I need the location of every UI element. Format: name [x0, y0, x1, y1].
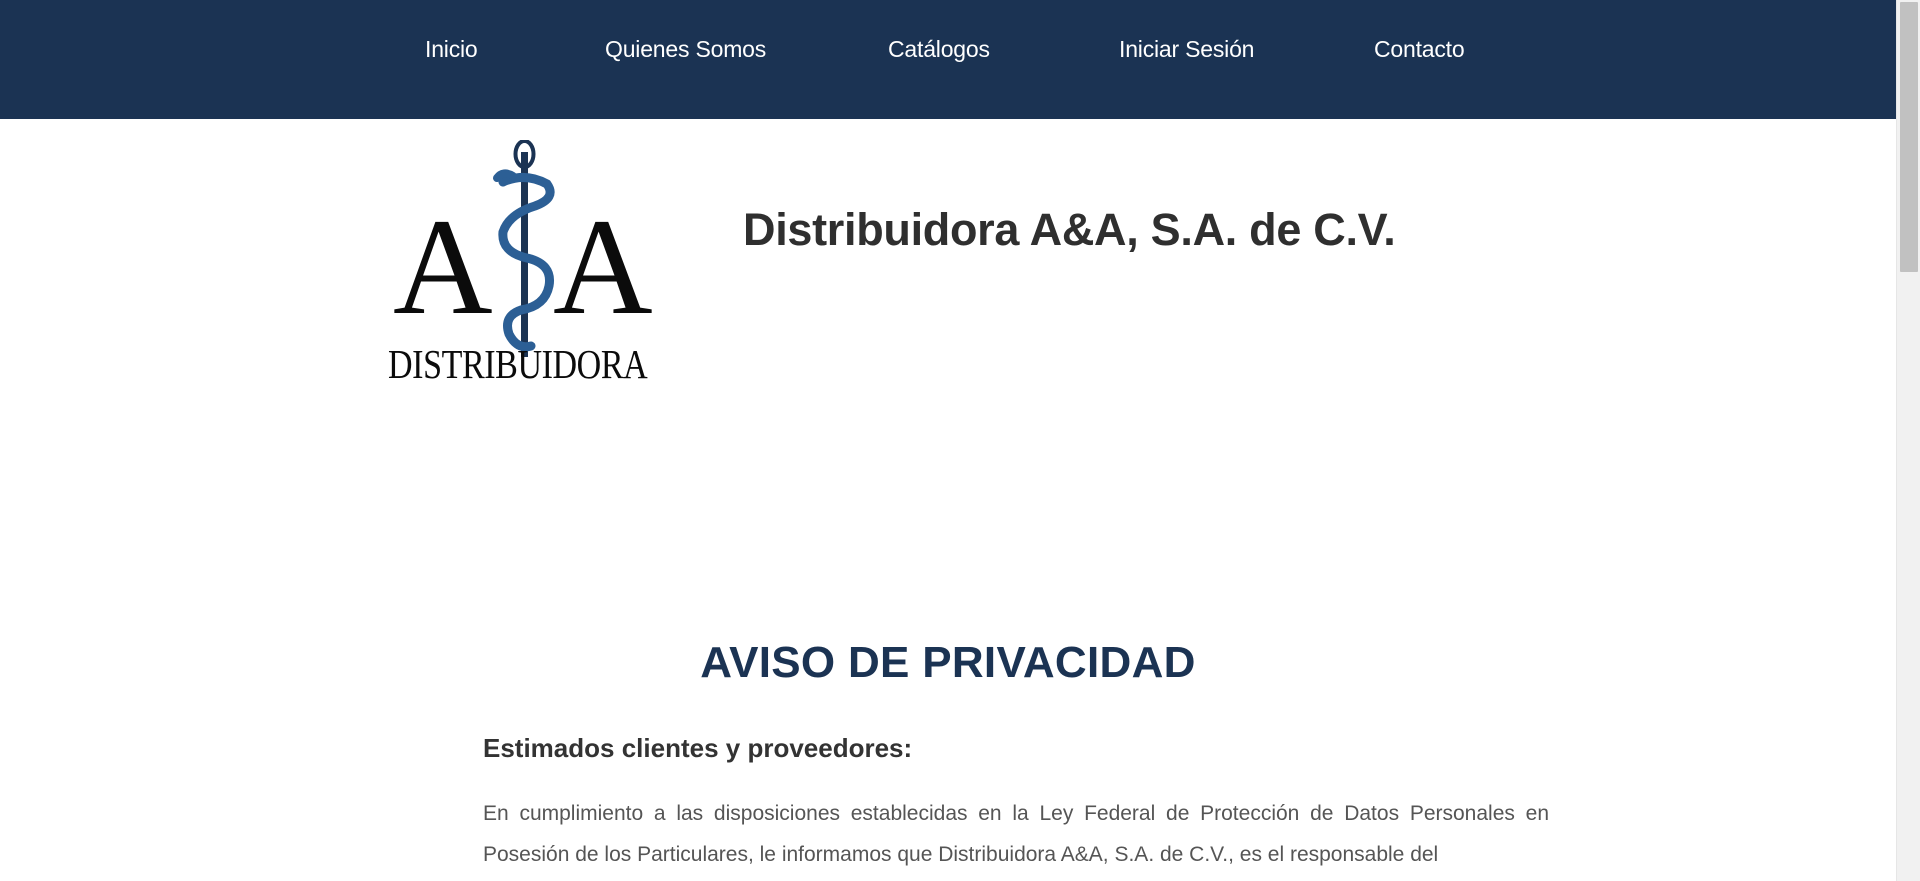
scrollbar-thumb[interactable] — [1900, 2, 1918, 272]
rod-of-asclepius-icon — [493, 140, 555, 357]
nav-item-contacto[interactable]: Contacto — [1374, 36, 1465, 63]
nav-item-inicio[interactable]: Inicio — [425, 36, 478, 63]
nav-item-iniciar-sesion[interactable]: Iniciar Sesión — [1119, 36, 1254, 63]
section-title: AVISO DE PRIVACIDAD — [700, 638, 1196, 687]
logo-wordmark: DISTRIBUIDORA — [388, 341, 648, 387]
page: Inicio Quienes Somos Catálogos Iniciar S… — [0, 0, 1920, 881]
company-name-heading: Distribuidora A&A, S.A. de C.V. — [743, 204, 1396, 255]
nav-item-quienes-somos[interactable]: Quienes Somos — [605, 36, 766, 63]
company-logo[interactable]: A A DISTRIBUIDORA — [385, 140, 670, 400]
privacy-paragraph: En cumplimiento a las disposiciones esta… — [483, 802, 1549, 866]
top-navbar: Inicio Quienes Somos Catálogos Iniciar S… — [0, 0, 1896, 119]
vertical-scrollbar[interactable] — [1896, 0, 1920, 881]
nav-item-catalogos[interactable]: Catálogos — [888, 36, 990, 63]
greeting-text: Estimados clientes y proveedores: — [483, 733, 913, 763]
